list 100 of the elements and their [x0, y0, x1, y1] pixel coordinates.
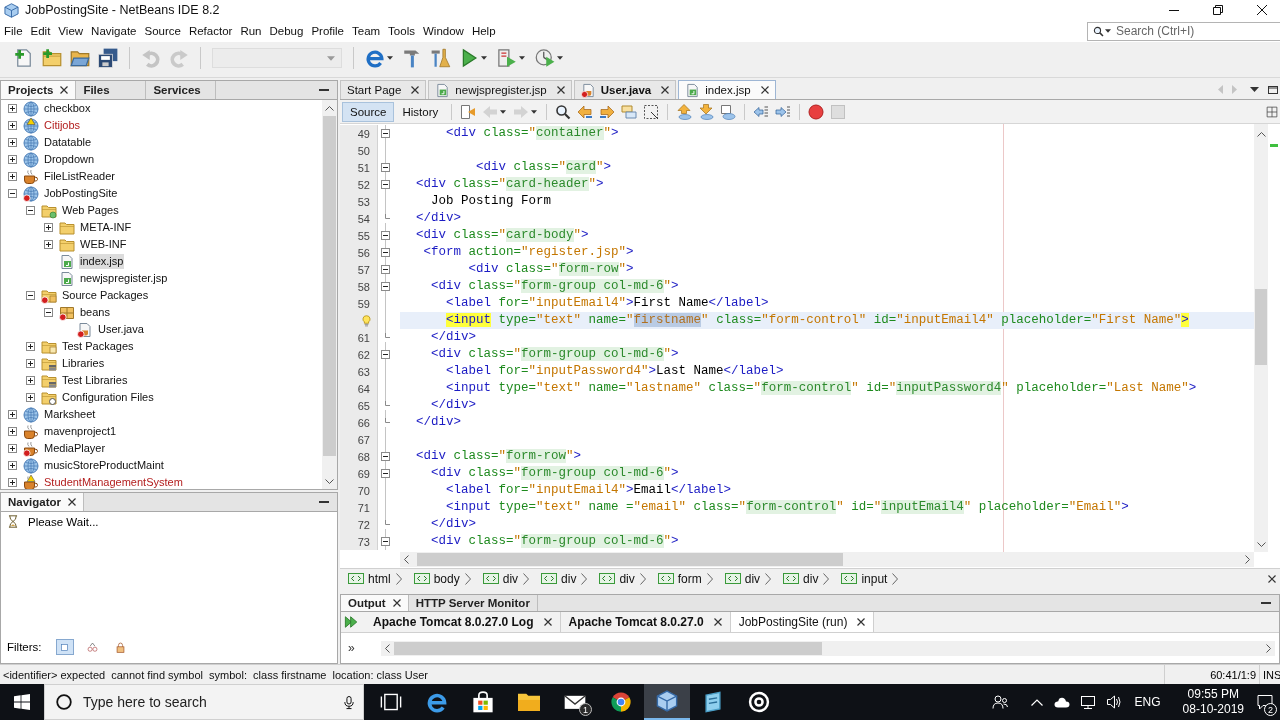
- clock-date[interactable]: 08-10-2019: [1182, 702, 1244, 717]
- breadcrumb-item[interactable]: html: [348, 571, 391, 586]
- new-document-icon[interactable]: [14, 48, 34, 68]
- bookmark-down-icon[interactable]: [698, 103, 715, 120]
- menu-item[interactable]: Navigate: [87, 25, 141, 37]
- start-menu-icon[interactable]: [14, 694, 30, 710]
- expand-icon[interactable]: [7, 478, 17, 487]
- expand-icon[interactable]: [7, 410, 17, 419]
- tree-item[interactable]: META-INF: [79, 220, 133, 235]
- breadcrumb-item[interactable]: div: [482, 571, 519, 586]
- hammer-broom-icon[interactable]: [431, 48, 451, 68]
- scroll-thumb[interactable]: [394, 641, 822, 655]
- tree-item[interactable]: Source Packages: [61, 288, 150, 303]
- menu-item[interactable]: Help: [467, 25, 500, 37]
- caret-icon[interactable]: [519, 56, 525, 60]
- breadcrumb-item[interactable]: div: [724, 571, 761, 586]
- close-icon[interactable]: [556, 86, 565, 94]
- arrow-right-icon[interactable]: [1266, 643, 1271, 653]
- horizontal-scrollbar[interactable]: [400, 552, 1254, 567]
- overflow-button[interactable]: »: [341, 641, 381, 655]
- tree-item[interactable]: Web Pages: [61, 203, 120, 218]
- console-tab[interactable]: Apache Tomcat 8.0.27.0 Log: [365, 612, 561, 632]
- menu-item[interactable]: Edit: [26, 25, 55, 37]
- panel-tab[interactable]: Files: [76, 81, 147, 99]
- breadcrumb-item[interactable]: div: [599, 571, 635, 586]
- tree-item[interactable]: Dropdown: [43, 152, 96, 167]
- breadcrumb-item[interactable]: input: [841, 571, 888, 586]
- menu-item[interactable]: Team: [348, 25, 385, 37]
- scroll-thumb[interactable]: [323, 116, 336, 456]
- caret-icon[interactable]: [481, 56, 487, 60]
- tree-item[interactable]: User.java: [97, 322, 145, 337]
- fold-collapse-icon[interactable]: [381, 265, 390, 274]
- expand-icon[interactable]: [43, 240, 53, 249]
- menu-item[interactable]: Debug: [265, 25, 308, 37]
- editor-tab[interactable]: newjspregister.jsp: [428, 80, 572, 99]
- breadcrumb-item[interactable]: div: [783, 571, 819, 586]
- caret-icon[interactable]: [531, 109, 538, 114]
- collapse-icon[interactable]: [43, 308, 53, 317]
- grid-icon[interactable]: [1266, 105, 1278, 118]
- taskbar-button[interactable]: [644, 684, 690, 720]
- editor-tab[interactable]: index.jsp: [678, 80, 776, 99]
- volume-icon[interactable]: [1105, 694, 1122, 710]
- panel-tab[interactable]: Navigator: [1, 493, 85, 511]
- tree-item[interactable]: StudentManagementSystem: [43, 475, 184, 489]
- expand-icon[interactable]: [25, 359, 35, 368]
- fold-collapse-icon[interactable]: [381, 350, 390, 359]
- restore-icon[interactable]: [1213, 5, 1223, 15]
- language-indicator[interactable]: ENG: [1134, 695, 1161, 709]
- arrow-right-icon[interactable]: [1245, 555, 1250, 564]
- expand-icon[interactable]: [25, 393, 35, 402]
- double-play-icon[interactable]: [344, 615, 359, 629]
- people-icon[interactable]: [991, 694, 1008, 710]
- menu-item[interactable]: Refactor: [184, 25, 237, 37]
- panel-tab[interactable]: Output: [341, 595, 409, 611]
- outdent-icon[interactable]: [753, 103, 770, 120]
- expand-icon[interactable]: [7, 155, 17, 164]
- tree-item[interactable]: beans: [79, 305, 111, 320]
- cloud-icon[interactable]: [1053, 696, 1070, 708]
- arrow-down-icon[interactable]: [1256, 542, 1266, 547]
- bookmark-icon[interactable]: [720, 103, 737, 120]
- record-icon[interactable]: [808, 103, 825, 120]
- tree-item[interactable]: Marksheet: [43, 407, 97, 422]
- caret-icon[interactable]: [500, 109, 507, 114]
- new-folder-icon[interactable]: [42, 48, 62, 68]
- right-arrow-icon[interactable]: [599, 103, 616, 120]
- arrow-up-icon[interactable]: [325, 106, 334, 111]
- tree-item[interactable]: checkbox: [43, 101, 92, 116]
- expand-icon[interactable]: [7, 427, 17, 436]
- indent-icon[interactable]: [775, 103, 792, 120]
- close-icon[interactable]: [392, 599, 401, 607]
- tree-item[interactable]: mavenproject1: [43, 424, 118, 439]
- console-tab[interactable]: Apache Tomcat 8.0.27.0: [560, 612, 731, 632]
- taskbar-button[interactable]: 1: [552, 684, 598, 720]
- search-field[interactable]: Search (Ctrl+I): [1087, 21, 1280, 41]
- collapse-icon[interactable]: [25, 206, 35, 215]
- fold-collapse-icon[interactable]: [381, 282, 390, 291]
- clock-play-icon[interactable]: [535, 48, 555, 68]
- arrow-down-icon[interactable]: [325, 479, 334, 484]
- panel-tab[interactable]: HTTP Server Monitor: [408, 595, 538, 611]
- editor-tab[interactable]: Start Page: [340, 80, 427, 99]
- scroll-thumb[interactable]: [1255, 289, 1267, 365]
- menu-item[interactable]: Source: [140, 25, 185, 37]
- microphone-icon[interactable]: [344, 694, 354, 710]
- menu-item[interactable]: Run: [236, 25, 266, 37]
- fold-collapse-icon[interactable]: [381, 248, 390, 257]
- fold-collapse-icon[interactable]: [381, 129, 390, 138]
- collapse-icon[interactable]: [25, 291, 35, 300]
- taskbar-search-field[interactable]: Type here to search: [44, 684, 364, 720]
- tree-item[interactable]: Configuration Files: [61, 390, 155, 405]
- network-icon[interactable]: [1079, 694, 1096, 710]
- triangle-down-icon[interactable]: [1250, 87, 1259, 92]
- close-icon[interactable]: [1268, 574, 1276, 583]
- tree-item[interactable]: index.jsp: [79, 254, 125, 269]
- close-icon[interactable]: [857, 618, 866, 626]
- menu-item[interactable]: Tools: [384, 25, 419, 37]
- open-folder-icon[interactable]: [70, 48, 90, 68]
- panel-tab[interactable]: Projects: [1, 81, 77, 99]
- panel-tab[interactable]: Services: [146, 81, 217, 99]
- arrow-left-icon[interactable]: [404, 555, 409, 564]
- view-tab[interactable]: History: [394, 101, 447, 122]
